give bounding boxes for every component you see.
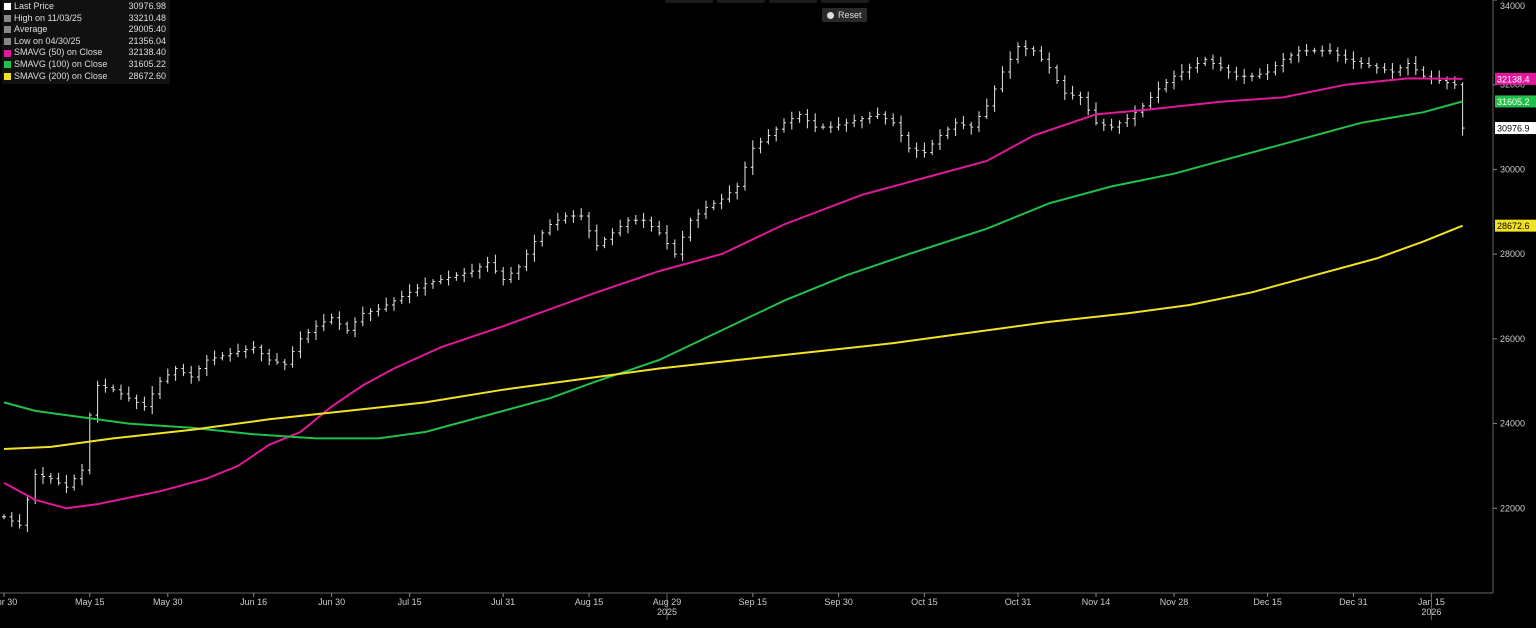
x-tick-label: Oct 31 xyxy=(1005,597,1032,607)
legend-swatch xyxy=(4,3,11,11)
x-tick-label: Sep 30 xyxy=(824,597,853,607)
x-tick-label: Jun 30 xyxy=(318,597,345,607)
x-tick-label: Nov 28 xyxy=(1160,597,1189,607)
legend-label: SMAVG (50) on Close xyxy=(14,47,103,58)
y-tick-label: 34000 xyxy=(1500,1,1525,11)
x-tick-label: Oct 15 xyxy=(911,597,938,607)
x-tick-label: Sep 15 xyxy=(739,597,768,607)
sma-line xyxy=(3,224,1463,450)
legend-swatch xyxy=(4,26,11,34)
price-chart[interactable]: 22000240002600028000300003200034000Apr 3… xyxy=(0,0,1536,628)
legend-label: SMAVG (100) on Close xyxy=(14,58,108,69)
legend-label: SMAVG (200) on Close xyxy=(14,70,108,81)
chart-legend: Last Price 30976.98 High on 11/03/25 33210.… xyxy=(2,0,170,85)
legend-swatch xyxy=(4,14,11,22)
legend-row: SMAVG (200) on Close 28672.60 xyxy=(4,71,166,83)
value-tag-label: 31605.2 xyxy=(1497,97,1530,107)
legend-label: Average xyxy=(14,24,48,35)
toolbar-button[interactable] xyxy=(769,0,817,3)
legend-value: 21356.04 xyxy=(128,35,166,46)
x-tick-label: Dec 15 xyxy=(1253,597,1282,607)
legend-row: Average 29005.40 xyxy=(4,24,166,36)
legend-swatch xyxy=(4,38,11,46)
year-label: 2026 xyxy=(1421,607,1441,617)
legend-value: 28672.60 xyxy=(128,70,166,81)
y-tick-label: 28000 xyxy=(1500,249,1525,259)
reset-icon xyxy=(827,12,834,19)
toolbar-button[interactable] xyxy=(821,0,869,3)
legend-value: 31605.22 xyxy=(128,58,166,69)
legend-swatch xyxy=(4,61,11,69)
legend-value: 30976.98 xyxy=(128,1,166,11)
legend-label: Last Price xyxy=(14,1,55,11)
value-tag-label: 28672.6 xyxy=(1497,221,1530,231)
legend-row: Last Price 30976.98 xyxy=(4,1,166,13)
y-tick-label: 30000 xyxy=(1500,164,1525,174)
toolbar-button[interactable] xyxy=(717,0,765,3)
legend-label: High on 11/03/25 xyxy=(14,12,82,23)
toolbar-button[interactable] xyxy=(665,0,713,3)
x-tick-label: Jul 31 xyxy=(491,597,515,607)
x-tick-label: May 15 xyxy=(75,597,105,607)
legend-row: SMAVG (50) on Close 32138.40 xyxy=(4,47,166,59)
y-tick-label: 24000 xyxy=(1500,419,1525,429)
x-tick-label: Aug 15 xyxy=(575,597,604,607)
legend-swatch xyxy=(4,72,11,80)
reset-button[interactable]: Reset xyxy=(822,8,867,22)
x-tick-label: Nov 14 xyxy=(1082,597,1111,607)
legend-row: High on 11/03/25 33210.48 xyxy=(4,13,166,25)
value-tag-label: 32138.4 xyxy=(1497,74,1530,84)
legend-swatch xyxy=(4,49,11,57)
value-tag-label: 30976.9 xyxy=(1497,124,1530,134)
x-tick-label: Jul 15 xyxy=(398,597,422,607)
toolbar-buttons[interactable] xyxy=(665,0,869,3)
x-tick-label: Apr 30 xyxy=(0,597,17,607)
legend-value: 32138.40 xyxy=(128,47,166,58)
legend-value: 29005.40 xyxy=(128,24,166,35)
legend-row: Low on 04/30/25 21356.04 xyxy=(4,36,166,48)
x-tick-label: Jun 16 xyxy=(240,597,267,607)
year-label: 2025 xyxy=(657,607,677,617)
sma-line xyxy=(3,100,1463,440)
legend-row: SMAVG (100) on Close 31605.22 xyxy=(4,59,166,71)
y-tick-label: 22000 xyxy=(1500,503,1525,513)
x-tick-label: Dec 31 xyxy=(1339,597,1368,607)
legend-label: Low on 04/30/25 xyxy=(14,35,81,46)
legend-value: 33210.48 xyxy=(128,12,166,23)
y-tick-label: 26000 xyxy=(1500,334,1525,344)
x-tick-label: May 30 xyxy=(153,597,183,607)
